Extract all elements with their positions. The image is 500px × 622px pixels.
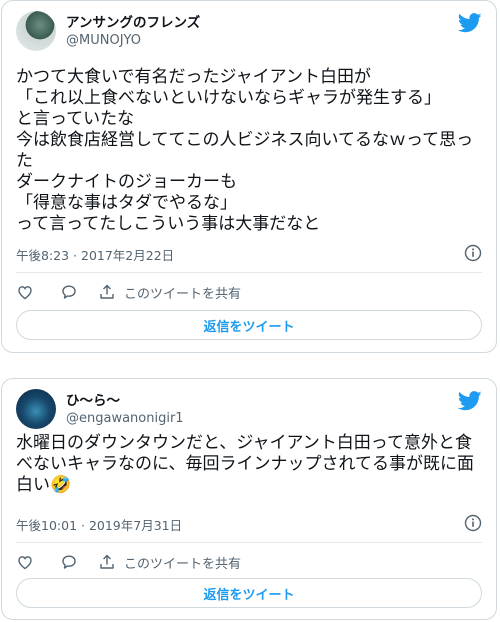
reply-tweet-button[interactable]: 返信をツイート — [16, 578, 482, 608]
display-name[interactable]: ひ〜ら〜 — [66, 392, 184, 410]
twitter-bird-icon[interactable] — [458, 391, 482, 411]
divider — [16, 542, 482, 543]
speech-bubble-icon[interactable] — [60, 553, 78, 571]
tweet-header: ひ〜ら〜 @engawanonigir1 — [16, 389, 482, 433]
share-upload-icon — [100, 554, 114, 569]
tweet-card: ひ〜ら〜 @engawanonigir1 水曜日のダウンタウンだと、ジャイアント… — [1, 378, 497, 620]
divider — [16, 272, 482, 273]
share-button[interactable]: このツイートを共有 — [98, 553, 241, 572]
heart-icon[interactable] — [16, 283, 34, 301]
display-name[interactable]: アンサングのフレンズ — [66, 14, 200, 32]
tweet-timestamp[interactable]: 午後8:23 · 2017年2月22日 — [16, 245, 174, 264]
avatar[interactable] — [16, 389, 56, 429]
action-bar: このツイートを共有 — [16, 282, 482, 302]
info-icon[interactable] — [464, 514, 482, 532]
tweet-card: アンサングのフレンズ @MUNOJYO かつて大食いで有名だったジャイアント白田… — [1, 0, 497, 353]
user-handle[interactable]: @MUNOJYO — [66, 32, 200, 50]
tweet-timestamp[interactable]: 午後10:01 · 2019年7月31日 — [16, 515, 182, 534]
author-names: アンサングのフレンズ @MUNOJYO — [66, 14, 200, 50]
tweet-header: アンサングのフレンズ @MUNOJYO — [16, 11, 482, 55]
heart-icon[interactable] — [16, 553, 34, 571]
share-label: このツイートを共有 — [124, 556, 242, 572]
tweet-text: 水曜日のダウンタウンだと、ジャイアント白田って意外と食べないキャラなのに、毎回ラ… — [16, 433, 474, 495]
twitter-bird-icon[interactable] — [458, 13, 482, 33]
speech-bubble-icon[interactable] — [60, 283, 78, 301]
avatar[interactable] — [16, 11, 56, 51]
action-bar: このツイートを共有 — [16, 552, 482, 572]
share-button[interactable]: このツイートを共有 — [98, 283, 241, 302]
info-icon[interactable] — [464, 244, 482, 262]
author-names: ひ〜ら〜 @engawanonigir1 — [66, 392, 184, 428]
share-upload-icon — [100, 284, 114, 299]
reply-tweet-button[interactable]: 返信をツイート — [16, 310, 482, 340]
tweet-text: かつて大食いで有名だったジャイアント白田が 「これ以上食べないといけないならギャ… — [16, 67, 474, 234]
share-label: このツイートを共有 — [124, 286, 242, 302]
user-handle[interactable]: @engawanonigir1 — [66, 410, 184, 428]
